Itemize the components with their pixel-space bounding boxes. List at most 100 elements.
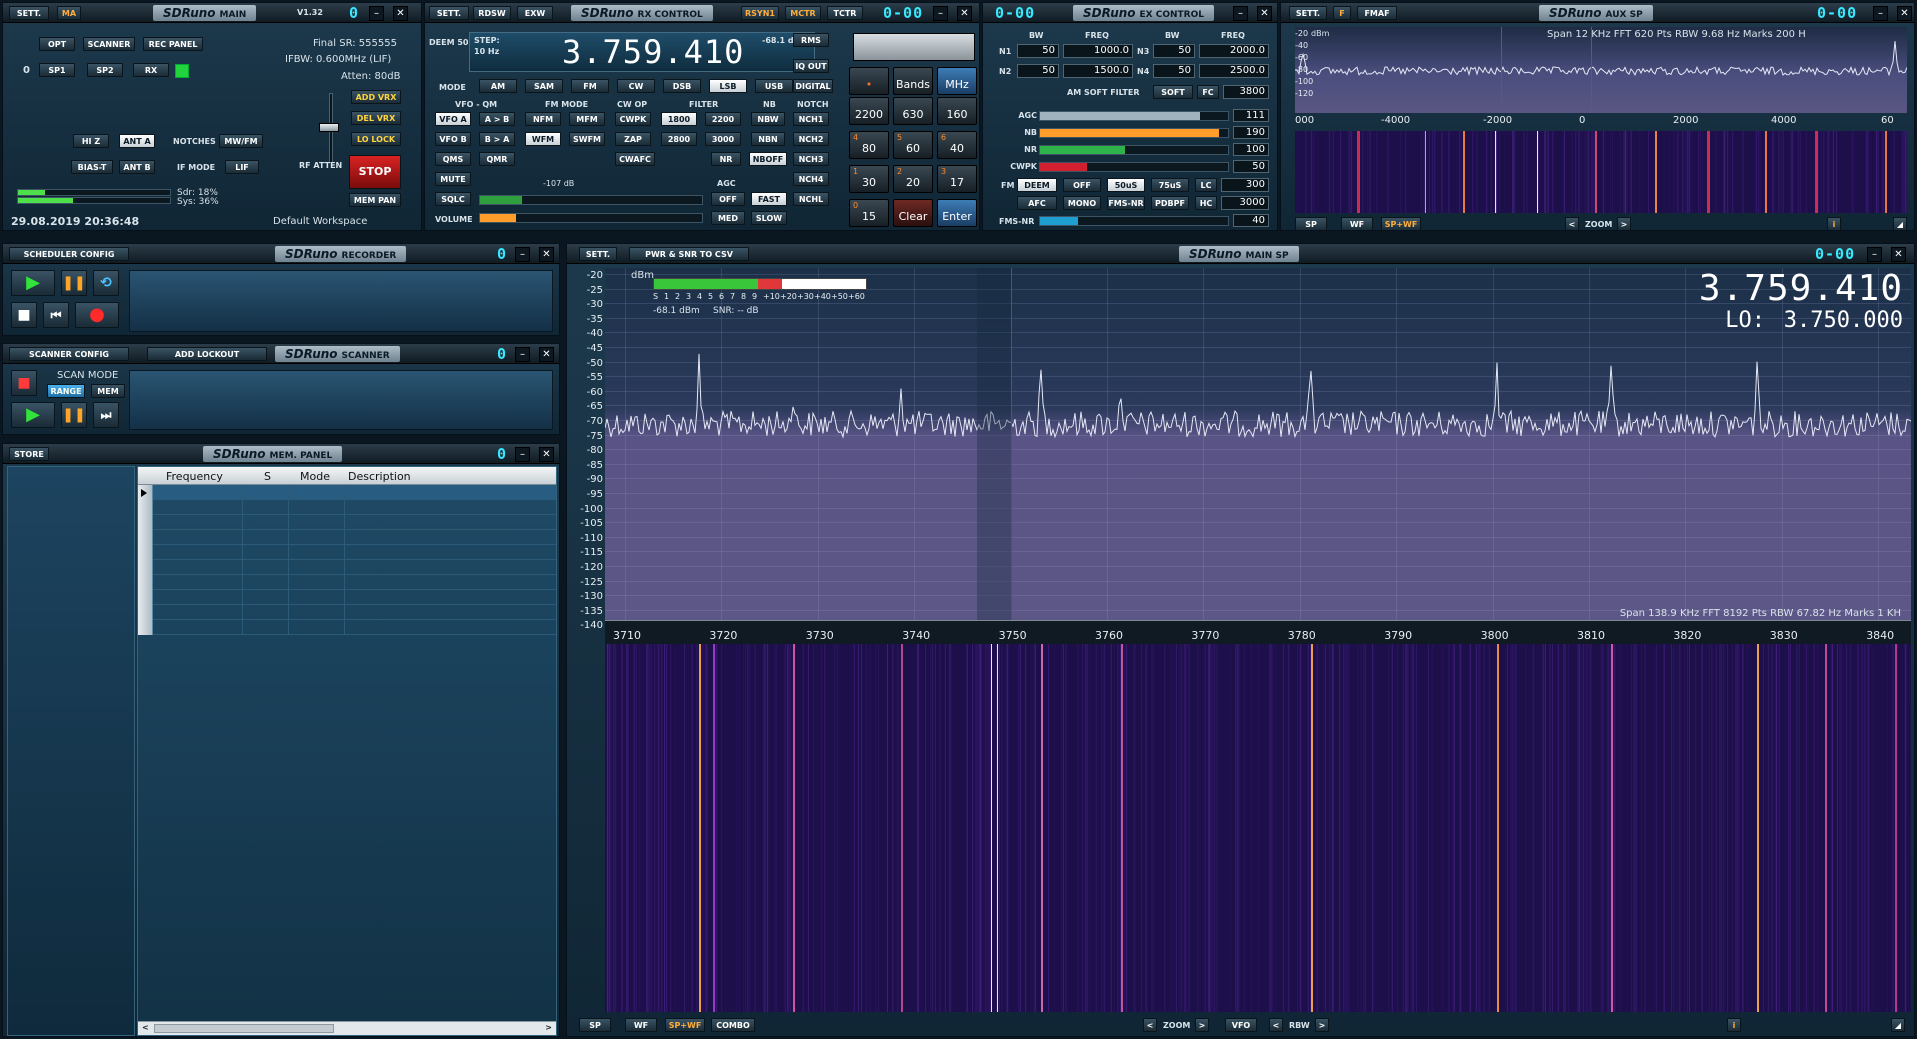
agc-slow-button[interactable]: SLOW — [751, 211, 787, 225]
rsyn1-button[interactable]: RSYN1 — [741, 6, 779, 20]
scanner-button[interactable]: SCANNER — [83, 37, 135, 51]
table-row[interactable] — [138, 545, 556, 560]
aux-zoom-prev-button[interactable]: < — [1565, 217, 1579, 230]
rbw-prev-button[interactable]: < — [1269, 1018, 1283, 1032]
soft-button[interactable]: SOFT — [1153, 85, 1193, 99]
minimize-icon[interactable]: – — [515, 447, 530, 462]
keypad-band-button[interactable]: 160 — [937, 97, 977, 125]
add-vrx-button[interactable]: ADD VRX — [351, 90, 401, 104]
n3-bw-input[interactable]: 50 — [1153, 44, 1195, 58]
minimize-icon[interactable]: – — [1233, 6, 1248, 21]
nbn-button[interactable]: NBN — [751, 132, 785, 146]
swfm-button[interactable]: SWFM — [569, 132, 605, 146]
record-loop-icon[interactable]: ⟲ — [93, 270, 119, 296]
mode-cw-button[interactable]: CW — [617, 79, 655, 93]
mode-am-button[interactable]: AM — [479, 79, 517, 93]
mainsp-info-button[interactable]: i — [1727, 1018, 1741, 1032]
mode-fm-button[interactable]: FM — [571, 79, 609, 93]
opt-button[interactable]: OPT — [39, 37, 75, 51]
nch3-button[interactable]: NCH3 — [793, 152, 829, 166]
a-to-b-button[interactable]: A > B — [479, 112, 515, 126]
add-lockout-button[interactable]: ADD LOCKOUT — [147, 347, 267, 361]
mainsp-sett-button[interactable]: SETT. — [579, 247, 617, 261]
minimize-icon[interactable]: – — [515, 347, 530, 362]
record-play-icon[interactable]: ▶ — [11, 270, 55, 296]
volume-slider[interactable] — [479, 213, 703, 223]
clear-button[interactable]: Clear — [893, 199, 933, 227]
aux-f-button[interactable]: F — [1333, 6, 1351, 20]
scan-skip-icon[interactable]: ⏭ — [93, 402, 119, 428]
close-icon[interactable]: ✕ — [957, 6, 972, 21]
table-row[interactable] — [138, 605, 556, 620]
n4-freq-input[interactable]: 2500.0 — [1199, 64, 1269, 78]
fms-nr-slider[interactable] — [1039, 216, 1229, 226]
keypad-band-button[interactable]: 4 80 — [849, 131, 889, 159]
scanner-config-button[interactable]: SCANNER CONFIG — [9, 347, 129, 361]
nboff-button[interactable]: NBOFF — [749, 152, 787, 166]
main-sett-button[interactable]: SETT. — [9, 6, 49, 20]
scheduler-config-button[interactable]: SCHEDULER CONFIG — [9, 247, 129, 261]
zoom-prev-button[interactable]: < — [1143, 1018, 1157, 1032]
cwpk-slider[interactable] — [1039, 162, 1229, 172]
wfm-button[interactable]: WFM — [525, 132, 561, 146]
mem-col-frequency[interactable]: Frequency — [166, 470, 223, 483]
aux-waterfall[interactable] — [1295, 131, 1907, 213]
nch2-button[interactable]: NCH2 — [793, 132, 829, 146]
zoom-next-button[interactable]: > — [1195, 1018, 1209, 1032]
lc-input[interactable]: 300 — [1221, 178, 1269, 192]
hiz-button[interactable]: HI Z — [73, 134, 109, 148]
deem-off-button[interactable]: OFF — [1063, 178, 1101, 192]
keypad-band-button[interactable]: 0 15 — [849, 199, 889, 227]
fms-nr-button[interactable]: FMS-NR — [1107, 196, 1145, 210]
nbw-button[interactable]: NBW — [751, 112, 785, 126]
table-row[interactable] — [138, 575, 556, 590]
n4-bw-input[interactable]: 50 — [1153, 64, 1195, 78]
record-stop-icon[interactable]: ■ — [11, 302, 37, 328]
record-rec-icon[interactable]: ● — [75, 302, 119, 328]
bias-t-button[interactable]: BIAS-T — [71, 160, 113, 174]
mem-table[interactable]: Frequency S Mode Description < > — [137, 466, 557, 1036]
mode-usb-button[interactable]: USB — [755, 79, 793, 93]
sp1-button[interactable]: SP1 — [39, 63, 75, 77]
minimize-icon[interactable]: – — [515, 247, 530, 262]
nch1-button[interactable]: NCH1 — [793, 112, 829, 126]
cwpk-button[interactable]: CWPK — [615, 112, 651, 126]
mem-scroll-thumb[interactable] — [154, 1024, 334, 1033]
rms-button[interactable]: RMS — [793, 33, 829, 47]
bands-button[interactable]: Bands — [893, 67, 933, 95]
afc-button[interactable]: AFC — [1017, 196, 1057, 210]
nr-button[interactable]: NR — [711, 152, 741, 166]
frequency-display[interactable]: STEP: 10 Hz 3.759.410 -68.1 dBm — [469, 32, 815, 72]
main-spectrum[interactable]: dBm S 1 2 3 4 5 6 7 8 9 +10 +20 +30 +40 +50 +60 -68.1 d… — [605, 268, 1911, 626]
close-icon[interactable]: ✕ — [1257, 6, 1272, 21]
scan-pause-icon[interactable]: ❚❚ — [61, 402, 87, 428]
fc-button[interactable]: FC — [1197, 85, 1219, 99]
frequency-axis[interactable] — [605, 620, 1911, 644]
mem-hscrollbar[interactable]: < > — [138, 1021, 556, 1035]
deem-50us-button[interactable]: 50uS — [1107, 178, 1145, 192]
minimize-icon[interactable]: – — [369, 6, 384, 21]
keypad-band-button[interactable]: 5 60 — [893, 131, 933, 159]
table-row[interactable] — [138, 530, 556, 545]
lif-button[interactable]: LIF — [225, 160, 259, 174]
keypad-band-button[interactable]: 2200 — [849, 97, 889, 125]
minimize-icon[interactable]: – — [1873, 6, 1888, 21]
pdbpf-button[interactable]: PDBPF — [1151, 196, 1189, 210]
aux-resize-icon[interactable]: ◢ — [1893, 217, 1907, 230]
rx-sett-button[interactable]: SETT. — [429, 6, 469, 20]
vfo-a-button[interactable]: VFO A — [435, 112, 471, 126]
hc-button[interactable]: HC — [1195, 196, 1217, 210]
keypad-band-button[interactable]: 3 17 — [937, 165, 977, 193]
qms-button[interactable]: QMS — [435, 152, 471, 166]
hc-input[interactable]: 3000 — [1221, 196, 1269, 210]
table-row[interactable] — [138, 560, 556, 575]
squelch-slider[interactable] — [479, 195, 703, 205]
mainsp-wf-button[interactable]: WF — [625, 1018, 657, 1032]
nchl-button[interactable]: NCHL — [793, 192, 829, 206]
scan-stop-icon[interactable]: ■ — [11, 370, 37, 396]
mem-col-description[interactable]: Description — [348, 470, 411, 483]
pwr-snr-csv-button[interactable]: PWR & SNR TO CSV — [629, 247, 749, 261]
close-icon[interactable]: ✕ — [539, 347, 554, 362]
mainsp-sp-button[interactable]: SP — [579, 1018, 611, 1032]
digital-button[interactable]: DIGITAL — [793, 79, 833, 93]
